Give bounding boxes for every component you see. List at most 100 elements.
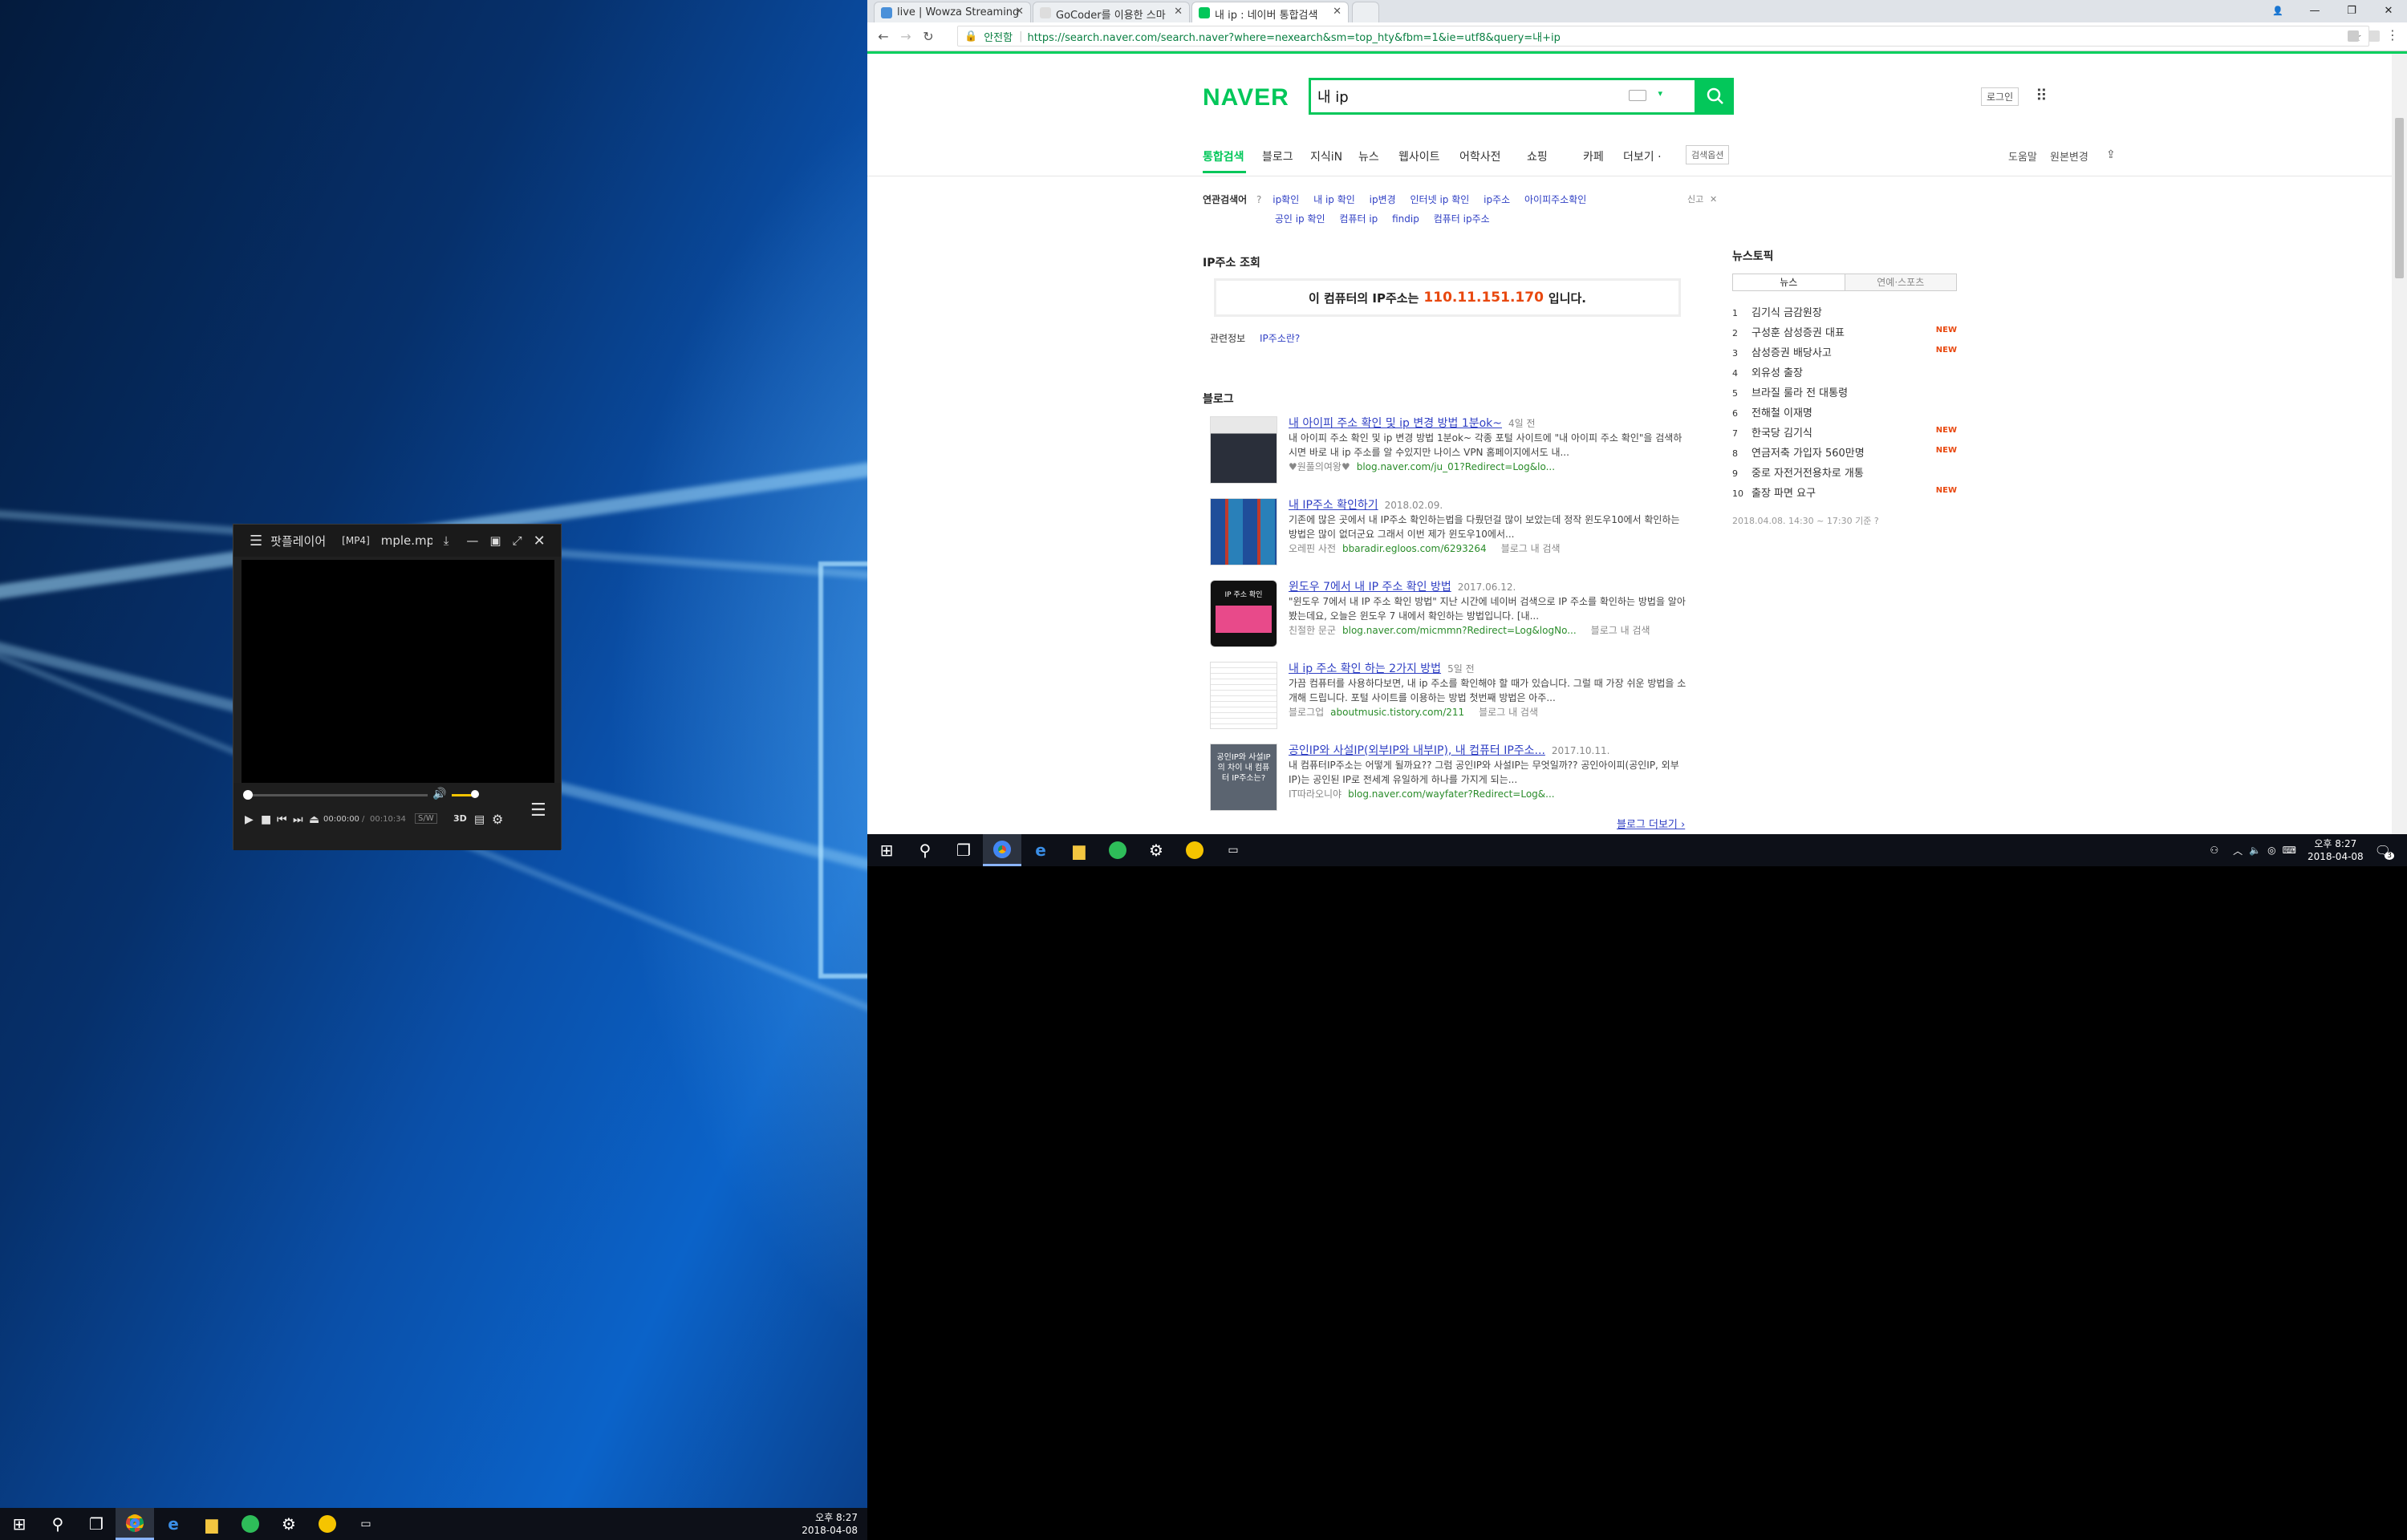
forward-icon[interactable]: →: [895, 29, 917, 44]
search-icon[interactable]: ⚲: [39, 1508, 77, 1540]
tab-news[interactable]: 뉴스: [1358, 148, 1379, 164]
news-item[interactable]: 10 출장 파면 요구 NEW: [1732, 484, 1957, 505]
blog-title-link[interactable]: 공인IP와 사설IP(외부IP와 내부IP), 내 컴퓨터 IP주소...: [1289, 744, 1545, 757]
browser-tab[interactable]: GoCoder를 이용한 스마 ✕: [1033, 2, 1190, 22]
related-term[interactable]: 공인 ip 확인: [1275, 213, 1325, 225]
tab-cafe[interactable]: 카페: [1583, 148, 1604, 164]
blog-title-link[interactable]: 윈도우 7에서 내 IP 주소 확인 방법: [1289, 581, 1451, 594]
edge-icon[interactable]: e: [154, 1508, 193, 1540]
related-term[interactable]: findip: [1392, 213, 1419, 225]
news-item[interactable]: 4 외유성 출장: [1732, 364, 1957, 384]
close-icon[interactable]: ✕: [534, 533, 546, 549]
seek-handle[interactable]: [243, 790, 253, 800]
tab-more[interactable]: 더보기 ·: [1623, 148, 1662, 164]
network-icon[interactable]: ◎: [2267, 845, 2275, 856]
back-icon[interactable]: ←: [872, 29, 895, 44]
terminal-icon[interactable]: ▭: [1214, 834, 1252, 866]
what-is-ip-link[interactable]: IP주소란?: [1260, 333, 1300, 344]
playlist-icon[interactable]: ☰: [530, 800, 546, 821]
related-term[interactable]: ip확인: [1273, 194, 1299, 205]
tab-blog[interactable]: 블로그: [1262, 148, 1293, 164]
more-blog-link[interactable]: 블로그 더보기 ›: [1617, 816, 1685, 831]
blog-source[interactable]: aboutmusic.tistory.com/211: [1330, 707, 1464, 718]
browser-tab-active[interactable]: 내 ip : 네이버 통합검색 ✕: [1191, 2, 1349, 22]
video-area[interactable]: [242, 560, 554, 783]
in-blog-search[interactable]: 블로그 내 검색: [1479, 707, 1538, 718]
blog-thumbnail[interactable]: [1210, 498, 1277, 565]
related-term[interactable]: 컴퓨터 ip: [1339, 213, 1378, 225]
blog-source[interactable]: blog.naver.com/ju_01?Redirect=Log&lo...: [1357, 461, 1555, 472]
address-bar[interactable]: 🔒 안전함 | https://search.naver.com/search.…: [957, 26, 2369, 47]
news-tab-news[interactable]: 뉴스: [1733, 274, 1845, 290]
help-link[interactable]: 도움말: [2008, 148, 2037, 164]
apps-grid-icon[interactable]: ⠿: [2036, 86, 2048, 105]
news-tab-entertainment[interactable]: 연예·스포츠: [1845, 274, 1956, 290]
profile-icon[interactable]: 👤: [2259, 0, 2296, 21]
codec-label[interactable]: S/W: [415, 813, 437, 824]
blog-thumbnail[interactable]: [1210, 416, 1277, 484]
blog-title-link[interactable]: 내 ip 주소 확인 하는 2가지 방법: [1289, 663, 1441, 675]
related-term[interactable]: ip변경: [1370, 194, 1396, 205]
blog-thumbnail[interactable]: 공인IP와 사설IP의 차이 내 컴퓨터 IP주소는?: [1210, 744, 1277, 811]
blog-source[interactable]: blog.naver.com/wayfater?Redirect=Log&...: [1348, 788, 1555, 800]
scrollbar-thumb[interactable]: [2395, 118, 2404, 278]
task-view-icon[interactable]: ❐: [77, 1508, 116, 1540]
settings-app-icon[interactable]: ⚙: [1137, 834, 1175, 866]
new-tab-button[interactable]: [1352, 2, 1379, 22]
next-icon[interactable]: ⏭: [293, 813, 303, 826]
potplayer-taskbar-icon[interactable]: [1175, 834, 1214, 866]
chrome-icon[interactable]: [983, 834, 1021, 866]
news-item[interactable]: 2 구성훈 삼성증권 대표 NEW: [1732, 324, 1957, 344]
potplayer-titlebar[interactable]: ☰ 팟플레이어 [MP4] mple.mp4 ⤓ — ▣ ⤢ ✕: [233, 525, 561, 557]
related-term[interactable]: 내 ip 확인: [1313, 194, 1355, 205]
start-icon[interactable]: ⊞: [0, 1508, 39, 1540]
news-item[interactable]: 7 한국당 김기식 NEW: [1732, 424, 1957, 444]
download-icon[interactable]: ⤓: [444, 533, 449, 548]
related-term[interactable]: ip주소: [1484, 194, 1510, 205]
search-options-button[interactable]: 검색옵션: [1686, 145, 1730, 164]
show-hidden-icons[interactable]: ︿: [2233, 844, 2243, 857]
blog-source[interactable]: blog.naver.com/micmmn?Redirect=Log&logNo…: [1342, 625, 1577, 636]
task-view-icon[interactable]: ❐: [944, 834, 983, 866]
share-icon[interactable]: ⇪: [2106, 148, 2116, 161]
chrome-menu-icon[interactable]: ⋮: [2386, 27, 2399, 43]
blog-title-link[interactable]: 내 아이피 주소 확인 및 ip 변경 방법 1분ok~: [1289, 417, 1502, 430]
minimize-icon[interactable]: —: [2296, 0, 2333, 21]
login-button[interactable]: 로그인: [1981, 87, 2019, 106]
prev-icon[interactable]: ⏮: [277, 813, 287, 826]
related-term[interactable]: 아이피주소확인: [1524, 194, 1586, 205]
blog-author[interactable]: IT따라오니야: [1289, 788, 1342, 800]
naver-logo[interactable]: NAVER: [1203, 84, 1289, 111]
autocomplete-toggle-icon[interactable]: ▾: [1658, 88, 1662, 99]
search-button[interactable]: [1697, 78, 1734, 115]
tab-website[interactable]: 웹사이트: [1398, 148, 1440, 164]
blog-author[interactable]: 친절한 문군: [1289, 625, 1336, 636]
news-item[interactable]: 9 중로 자전거전용차로 개통: [1732, 464, 1957, 484]
potplayer-window[interactable]: ☰ 팟플레이어 [MP4] mple.mp4 ⤓ — ▣ ⤢ ✕ 🔊 ▶ ■ ⏮…: [233, 524, 562, 850]
edge-icon[interactable]: e: [1021, 834, 1060, 866]
blog-thumbnail[interactable]: IP 주소 확인: [1210, 580, 1277, 647]
file-explorer-icon[interactable]: ▆: [1060, 834, 1098, 866]
blog-title-link[interactable]: 내 IP주소 확인하기: [1289, 499, 1378, 512]
fullscreen-icon[interactable]: ⤢: [513, 533, 522, 548]
3d-toggle[interactable]: 3D: [453, 813, 467, 824]
seek-bar[interactable]: [246, 794, 428, 796]
chrome-icon[interactable]: [116, 1508, 154, 1540]
news-item[interactable]: 5 브라질 룰라 전 대통령: [1732, 384, 1957, 404]
news-item[interactable]: 3 삼성증권 배당사고 NEW: [1732, 344, 1957, 364]
close-icon[interactable]: ✕: [1174, 6, 1183, 18]
stop-icon[interactable]: ■: [261, 813, 271, 826]
keyboard-icon[interactable]: [1629, 90, 1646, 101]
action-center-icon[interactable]: 🗨 3: [2375, 843, 2394, 860]
related-term[interactable]: 컴퓨터 ip주소: [1434, 213, 1490, 225]
spotify-icon[interactable]: [231, 1508, 270, 1540]
potplayer-taskbar-icon[interactable]: [308, 1508, 347, 1540]
clock-right[interactable]: 오후 8:27 2018-04-08: [2308, 837, 2364, 863]
spotify-icon[interactable]: [1098, 834, 1137, 866]
eject-icon[interactable]: ⏏: [309, 813, 319, 826]
search-box[interactable]: ▾: [1309, 78, 1697, 115]
blog-author[interactable]: ♥원풀의여왕♥: [1289, 461, 1350, 472]
close-icon[interactable]: ✕: [1015, 6, 1024, 18]
tab-dictionary[interactable]: 어학사전: [1459, 148, 1501, 164]
close-icon[interactable]: ✕: [2370, 0, 2407, 21]
